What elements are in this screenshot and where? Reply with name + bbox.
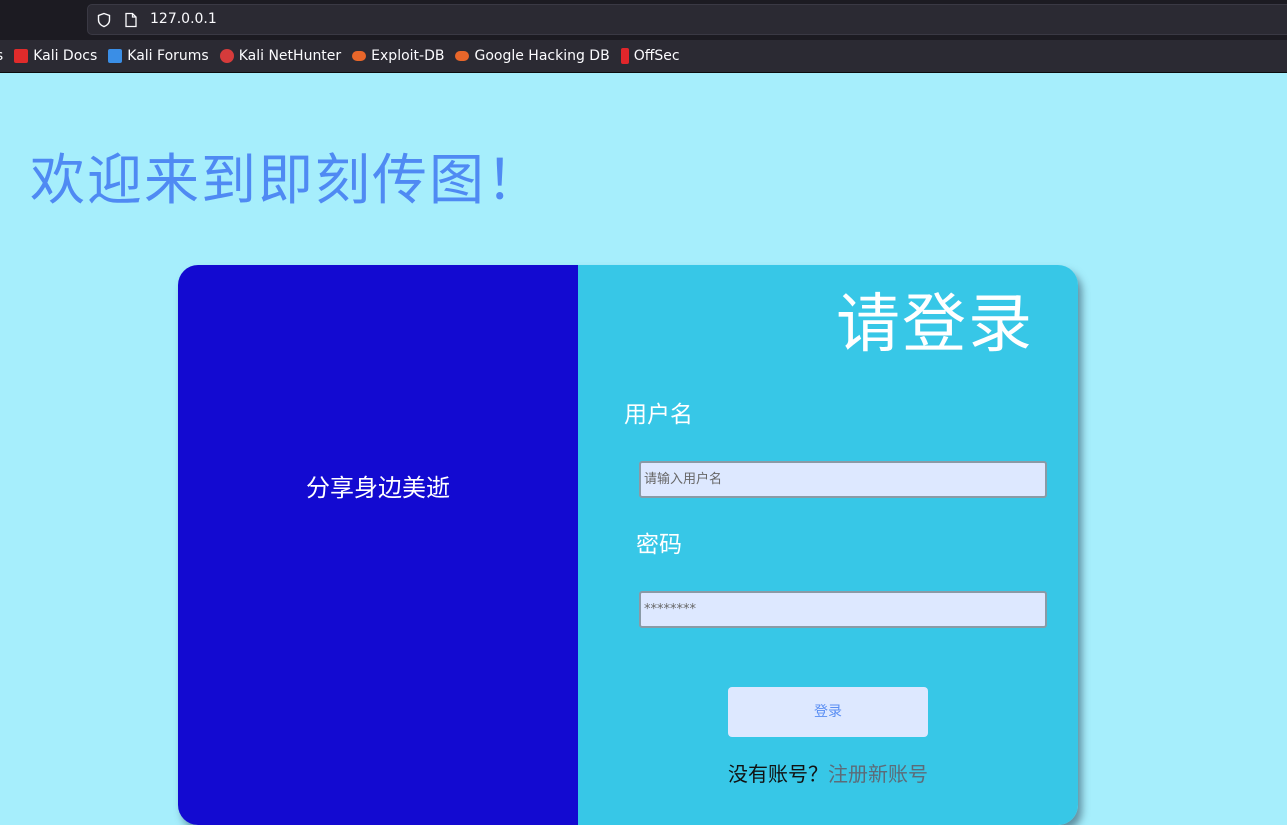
username-label: 用户名 xyxy=(624,402,693,428)
ghdb-icon xyxy=(455,51,470,61)
bookmark-label: Exploit-DB xyxy=(371,48,445,64)
bookmark-exploit-db[interactable]: Exploit-DB xyxy=(352,48,444,64)
url-text[interactable]: 127.0.0.1 xyxy=(150,11,217,27)
offsec-icon xyxy=(620,48,629,64)
login-button[interactable]: 登录 xyxy=(728,687,928,737)
password-label: 密码 xyxy=(636,532,682,558)
bookmark-truncated[interactable]: ls xyxy=(0,48,3,64)
bookmark-kali-docs[interactable]: Kali Docs xyxy=(14,48,97,64)
username-input[interactable]: 请输入用户名 xyxy=(639,461,1047,498)
welcome-heading: 欢迎来到即刻传图！ xyxy=(30,148,544,212)
address-bar[interactable]: 127.0.0.1 xyxy=(87,4,1287,35)
register-link[interactable]: 注册新账号 xyxy=(828,762,928,786)
bookmark-label: Google Hacking DB xyxy=(474,48,610,64)
slogan-text: 分享身边美逝 xyxy=(306,474,450,502)
exploit-db-icon xyxy=(352,51,367,61)
password-input[interactable]: ******** xyxy=(639,591,1047,628)
bookmarks-toolbar: ls Kali Docs Kali Forums Kali NetHunter … xyxy=(0,40,1287,73)
kali-forums-icon xyxy=(108,49,123,63)
bookmark-label: Kali Docs xyxy=(33,48,98,64)
bookmark-label: Kali Forums xyxy=(127,48,209,64)
register-prompt: 没有账号？注册新账号 xyxy=(728,758,928,787)
page-icon xyxy=(125,12,137,28)
left-panel: 分享身边美逝 xyxy=(178,265,578,825)
no-account-text: 没有账号？ xyxy=(728,762,828,786)
bookmark-offsec[interactable]: OffSec xyxy=(620,48,680,64)
bookmark-label: Kali NetHunter xyxy=(238,48,342,64)
bookmark-label: OffSec xyxy=(633,48,680,64)
browser-toolbar: 127.0.0.1 xyxy=(0,0,1287,40)
kali-nethunter-icon xyxy=(219,49,234,63)
login-form-panel: 请登录 用户名 请输入用户名 密码 ******** 登录 没有账号？注册新账号 xyxy=(578,265,1078,825)
bookmark-kali-nethunter[interactable]: Kali NetHunter xyxy=(219,48,342,64)
login-card: 分享身边美逝 请登录 用户名 请输入用户名 密码 ******** 登录 没有账… xyxy=(178,265,1078,825)
bookmark-kali-forums[interactable]: Kali Forums xyxy=(108,48,209,64)
bookmark-ghdb[interactable]: Google Hacking DB xyxy=(455,48,610,64)
login-title: 请登录 xyxy=(836,288,1034,362)
bookmark-label: ls xyxy=(0,48,3,64)
shield-icon[interactable] xyxy=(96,12,112,28)
kali-docs-icon xyxy=(14,49,29,63)
